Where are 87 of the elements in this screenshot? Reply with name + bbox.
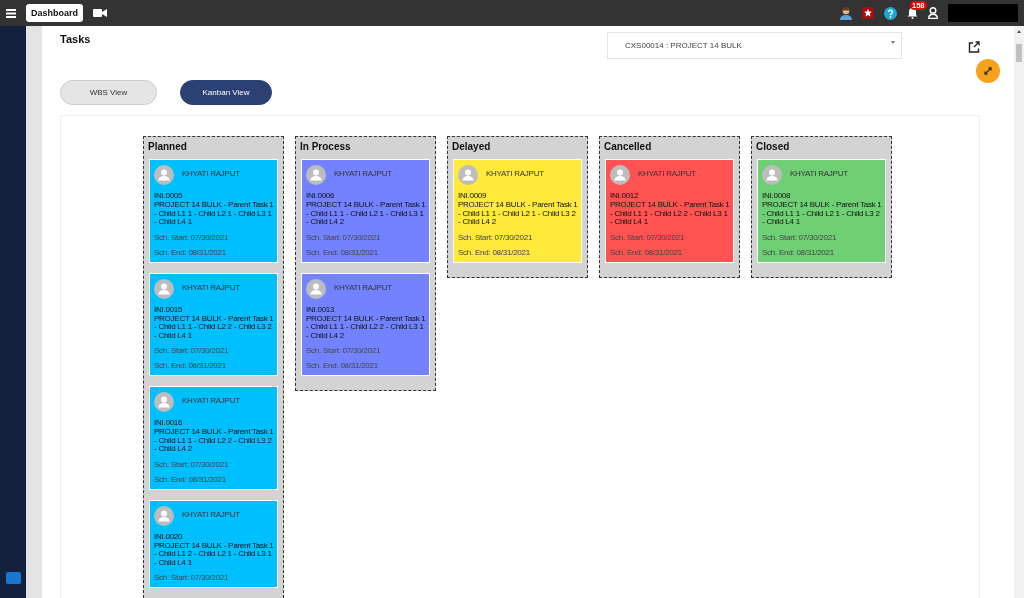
dashboard-button[interactable]: Dashboard xyxy=(26,4,83,22)
task-card[interactable]: KHYATI RAJPUT INI.0005 PROJECT 14 BULK - Parent Task 1 - Child L1 1 - Child L2 1 - Child L3 1 - Child L4 1 Sch. Start: 07/30/2021 Sch. End: 08/31/2021 xyxy=(149,159,278,263)
star-icon[interactable] xyxy=(862,7,874,19)
end-date: Sch. End: 08/31/2021 xyxy=(762,247,835,257)
start-date: Sch. Start: 07/30/2021 xyxy=(154,346,230,355)
start-date: Sch. Start: 07/30/2021 xyxy=(154,573,230,582)
task-card[interactable]: KHYATI RAJPUT INI.0009 PROJECT 14 BULK - Parent Task 1 - Child L1 1 - Child L2 1 - Child L3 2 - Child L4 2 Sch. Start: 07/30/2021 Sch. End: 08/31/2021 xyxy=(453,159,582,263)
assignee-name: KHYATI RAJPUT xyxy=(334,169,392,178)
start-date: Sch. Start: 07/30/2021 xyxy=(306,232,382,242)
avatar-icon xyxy=(458,165,478,185)
end-date: Sch. End: 08/31/2021 xyxy=(154,474,227,484)
task-name: PROJECT 14 BULK - Parent Task 1 - Child L1 1 - Child L2 1 - Child L3 1 - Child L4 2 xyxy=(306,201,427,227)
column-title: Delayed xyxy=(452,140,492,154)
task-id: INI.0009 xyxy=(458,191,488,200)
assignee-name: KHYATI RAJPUT xyxy=(182,282,240,292)
task-card[interactable]: KHYATI RAJPUT INI.0012 PROJECT 14 BULK - Parent Task 1 - Child L1 1 - Child L2 2 - Child L3 1 - Child L4 1 Sch. Start: 07/30/2021 Sch. End: 08/31/2021 xyxy=(605,159,734,263)
help-icon[interactable] xyxy=(884,6,897,20)
task-name: PROJECT 14 BULK - Parent Task 1 - Child L1 1 - Child L2 2 - Child L3 2 - Child L4 2 xyxy=(154,428,275,454)
task-id: INI.0006 xyxy=(306,191,336,200)
task-name: PROJECT 14 BULK - Parent Task 1 - Child L1 1 - Child L2 2 - Child L3 1 - Child L4 1 xyxy=(610,201,731,227)
avatar-icon xyxy=(154,505,174,526)
project-select[interactable]: CXS00014 : PROJECT 14 BULK xyxy=(607,32,902,59)
assignee-name: KHYATI RAJPUT xyxy=(182,509,240,519)
task-id: INI.0015 xyxy=(154,304,184,314)
view-tab[interactable]: Kanban View xyxy=(180,80,272,105)
task-name: PROJECT 14 BULK - Parent Task 1 - Child L1 1 - Child L2 1 - Child L3 2 - Child L4 1 xyxy=(762,201,883,227)
assignee-name: KHYATI RAJPUT xyxy=(486,169,544,178)
column-title: Planned xyxy=(148,140,188,154)
start-date: Sch. Start: 07/30/2021 xyxy=(762,232,838,242)
task-name: PROJECT 14 BULK - Parent Task 1 - Child L1 1 - Child L2 2 - Child L3 2 - Child L4 1 xyxy=(154,314,275,340)
assignee-name: KHYATI RAJPUT xyxy=(638,169,696,178)
task-name: PROJECT 14 BULK - Parent Task 1 - Child L1 2 - Child L2 1 - Child L3 1 - Child L4 1 xyxy=(154,541,275,567)
end-date: Sch. End: 08/31/2021 xyxy=(610,247,683,257)
task-id: INI.0013 xyxy=(306,304,336,314)
video-camera-icon[interactable] xyxy=(93,8,107,18)
task-card[interactable]: KHYATI RAJPUT INI.0013 PROJECT 14 BULK - Parent Task 1 - Child L1 1 - Child L2 2 - Child L3 1 - Child L4 2 Sch. Start: 07/30/2021 Sch. End: 08/31/2021 xyxy=(301,272,430,376)
external-link-icon[interactable] xyxy=(968,41,980,53)
column-title: Cancelled xyxy=(604,140,653,154)
task-card[interactable]: KHYATI RAJPUT INI.0015 PROJECT 14 BULK - Parent Task 1 - Child L1 1 - Child L2 2 - Child L3 2 - Child L4 1 Sch. Start: 07/30/2021 Sch. End: 08/31/2021 xyxy=(149,272,278,376)
avatar-icon xyxy=(762,165,782,185)
assignee-name: KHYATI RAJPUT xyxy=(334,282,392,292)
task-id: INI.0012 xyxy=(610,191,640,200)
end-date: Sch. End: 08/31/2021 xyxy=(458,247,531,257)
assignee-name: KHYATI RAJPUT xyxy=(182,396,240,405)
end-date: Sch. End: 08/31/2021 xyxy=(154,361,227,370)
column-title: Closed xyxy=(756,140,791,154)
task-id: INI.0016 xyxy=(154,418,184,427)
start-date: Sch. Start: 07/30/2021 xyxy=(154,232,230,242)
task-name: PROJECT 14 BULK - Parent Task 1 - Child L1 1 - Child L2 1 - Child L3 2 - Child L4 2 xyxy=(458,201,579,227)
start-date: Sch. Start: 07/30/2021 xyxy=(306,346,382,355)
sidebar-button[interactable] xyxy=(5,572,21,584)
scrollbar-thumb[interactable] xyxy=(1016,44,1022,62)
task-id: INI.0008 xyxy=(762,191,792,200)
scroll-up-icon[interactable] xyxy=(1016,29,1022,34)
avatar-icon xyxy=(154,278,174,299)
user-avatar-icon[interactable] xyxy=(840,6,852,20)
menu-icon[interactable] xyxy=(6,8,16,18)
caret-icon xyxy=(891,41,895,44)
view-tab[interactable]: WBS View xyxy=(60,80,157,105)
expand-icon xyxy=(983,66,993,76)
start-date: Sch. Start: 07/30/2021 xyxy=(154,459,230,469)
avatar-icon xyxy=(154,165,174,185)
redacted-username xyxy=(948,4,1018,22)
page-title: Tasks xyxy=(60,32,92,45)
bell-icon[interactable] xyxy=(907,7,918,19)
task-name: PROJECT 14 BULK - Parent Task 1 - Child L1 1 - Child L2 1 - Child L3 1 - Child L4 1 xyxy=(154,201,275,227)
expand-button[interactable] xyxy=(976,59,1000,83)
task-id: INI.0020 xyxy=(154,531,184,541)
task-card[interactable]: KHYATI RAJPUT INI.0006 PROJECT 14 BULK - Parent Task 1 - Child L1 1 - Child L2 1 - Child L3 1 - Child L4 2 Sch. Start: 07/30/2021 Sch. End: 08/31/2021 xyxy=(301,159,430,263)
avatar-icon xyxy=(154,392,174,412)
column-title: In Process xyxy=(300,140,352,154)
task-id: INI.0005 xyxy=(154,191,184,200)
avatar-icon xyxy=(306,278,326,299)
end-date: Sch. End: 08/31/2021 xyxy=(154,247,227,257)
start-date: Sch. Start: 07/30/2021 xyxy=(610,232,686,242)
assignee-name: KHYATI RAJPUT xyxy=(790,169,848,178)
start-date: Sch. Start: 07/30/2021 xyxy=(458,232,534,242)
end-date: Sch. End: 08/31/2021 xyxy=(306,247,379,257)
task-name: PROJECT 14 BULK - Parent Task 1 - Child L1 1 - Child L2 2 - Child L3 1 - Child L4 2 xyxy=(306,314,427,340)
task-card[interactable]: KHYATI RAJPUT INI.0016 PROJECT 14 BULK - Parent Task 1 - Child L1 1 - Child L2 2 - Child L3 2 - Child L4 2 Sch. Start: 07/30/2021 Sch. End: 08/31/2021 xyxy=(149,386,278,490)
assignee-name: KHYATI RAJPUT xyxy=(182,169,240,178)
avatar-icon xyxy=(306,165,326,185)
task-card[interactable]: KHYATI RAJPUT INI.0020 PROJECT 14 BULK - Parent Task 1 - Child L1 2 - Child L2 1 - Child L3 1 - Child L4 1 Sch. Start: 07/30/2021 xyxy=(149,499,278,588)
avatar-icon xyxy=(610,165,630,185)
task-card[interactable]: KHYATI RAJPUT INI.0008 PROJECT 14 BULK - Parent Task 1 - Child L1 1 - Child L2 1 - Child L3 2 - Child L4 1 Sch. Start: 07/30/2021 Sch. End: 08/31/2021 xyxy=(757,159,886,263)
end-date: Sch. End: 08/31/2021 xyxy=(306,361,379,370)
user-icon[interactable] xyxy=(928,7,938,19)
